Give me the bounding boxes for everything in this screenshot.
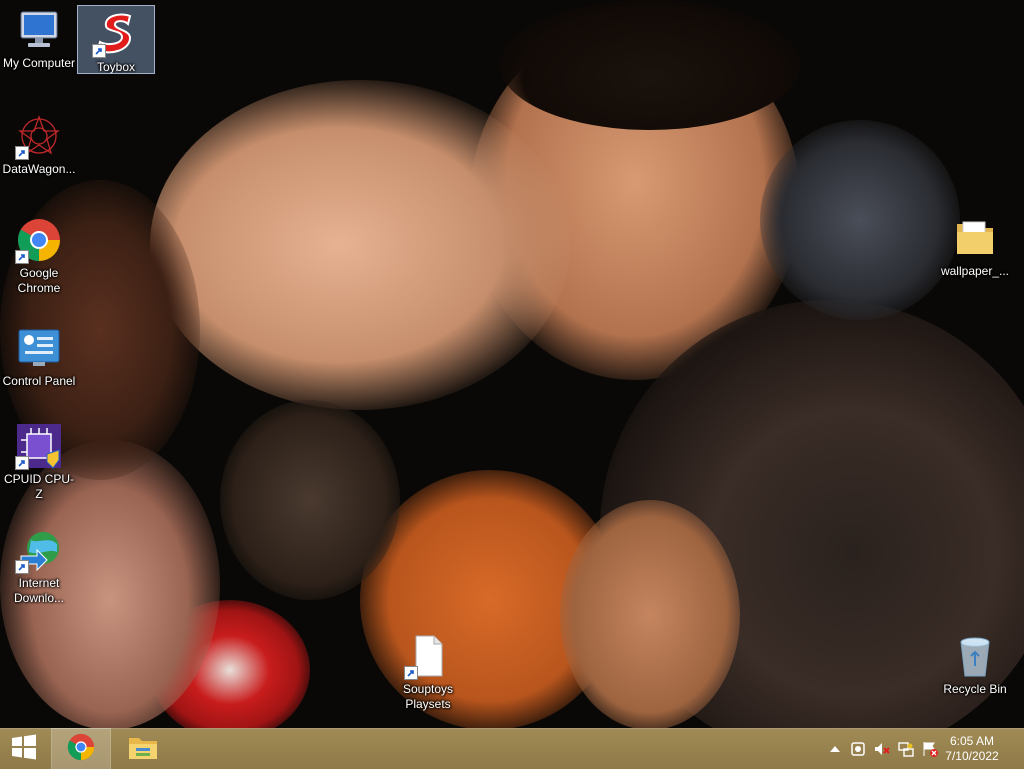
shortcut-arrow-icon xyxy=(15,456,29,470)
desktop-icon-cpuid-cpu-z[interactable]: CPUID CPU-Z xyxy=(0,418,78,502)
cpuz-icon xyxy=(15,422,63,470)
desktop-icon-toybox[interactable]: Toybox xyxy=(77,5,155,74)
network-icon xyxy=(898,742,914,761)
toybox-s-icon xyxy=(92,10,140,58)
volume-muted-icon xyxy=(874,743,890,761)
desktop-wallpaper xyxy=(0,0,1024,728)
desktop-icon-datawagon[interactable]: DataWagon... xyxy=(0,108,78,177)
shortcut-arrow-icon xyxy=(15,250,29,264)
tray-volume[interactable] xyxy=(874,741,890,757)
desktop-icon-label: wallpaper_... xyxy=(940,264,1010,278)
desktop-icon-label: My Computer xyxy=(2,56,76,70)
chrome-icon xyxy=(15,216,63,264)
shortcut-arrow-icon xyxy=(15,560,29,574)
tray-action-center[interactable] xyxy=(922,741,938,757)
control-panel-icon xyxy=(15,324,63,372)
monitor-icon xyxy=(15,6,63,54)
desktop-icon-label: Recycle Bin xyxy=(943,682,1007,696)
shortcut-arrow-icon xyxy=(15,146,29,160)
desktop-icon-my-computer[interactable]: My Computer xyxy=(0,2,78,74)
globe-download-icon xyxy=(15,526,63,574)
folder-icon xyxy=(951,214,999,262)
taskbar-file-explorer-button[interactable] xyxy=(114,729,172,769)
taskbar-chrome-button[interactable] xyxy=(51,728,111,769)
windows-logo-icon xyxy=(11,734,37,765)
clock-date: 7/10/2022 xyxy=(945,749,999,763)
taskbar: 6:05 AM 7/10/2022 xyxy=(0,728,1024,769)
datawagon-icon xyxy=(15,112,63,160)
show-hidden-icons-button[interactable] xyxy=(827,741,843,757)
shortcut-arrow-icon xyxy=(92,44,106,58)
desktop-icon-wallpaper-folder[interactable]: wallpaper_... xyxy=(936,210,1014,279)
file-explorer-icon xyxy=(127,732,159,767)
tray-network-adapter[interactable] xyxy=(850,741,866,757)
desktop-icon-label: Internet Downlo... xyxy=(13,576,65,605)
document-icon xyxy=(404,632,452,680)
desktop-icon-label: Control Panel xyxy=(2,374,76,388)
desktop-icon-label: Google Chrome xyxy=(17,266,61,295)
chevron-up-icon xyxy=(827,744,843,761)
desktop-icon-internet-download-manager[interactable]: Internet Downlo... xyxy=(0,522,78,606)
chrome-icon xyxy=(66,732,96,767)
desktop-icon-google-chrome[interactable]: Google Chrome xyxy=(0,212,78,296)
desktop-icon-label: Toybox xyxy=(96,60,136,74)
action-center-icon xyxy=(922,742,938,761)
desktop-icon-label: CPUID CPU-Z xyxy=(3,472,74,501)
start-button[interactable] xyxy=(0,729,48,769)
tray-network[interactable] xyxy=(898,741,914,757)
desktop-icon-label: Souptoys Playsets xyxy=(402,682,454,711)
desktop-icon-souptoys-playsets[interactable]: Souptoys Playsets xyxy=(389,628,467,712)
clock-time: 6:05 AM xyxy=(949,734,995,748)
shortcut-arrow-icon xyxy=(404,666,418,680)
taskbar-clock[interactable]: 6:05 AM 7/10/2022 xyxy=(942,734,1002,764)
network-adapter-icon xyxy=(850,742,866,761)
desktop-icon-control-panel[interactable]: Control Panel xyxy=(0,320,78,389)
recycle-bin-icon xyxy=(951,632,999,680)
desktop-icon-label: DataWagon... xyxy=(2,162,76,176)
desktop-icon-recycle-bin[interactable]: Recycle Bin xyxy=(936,628,1014,697)
